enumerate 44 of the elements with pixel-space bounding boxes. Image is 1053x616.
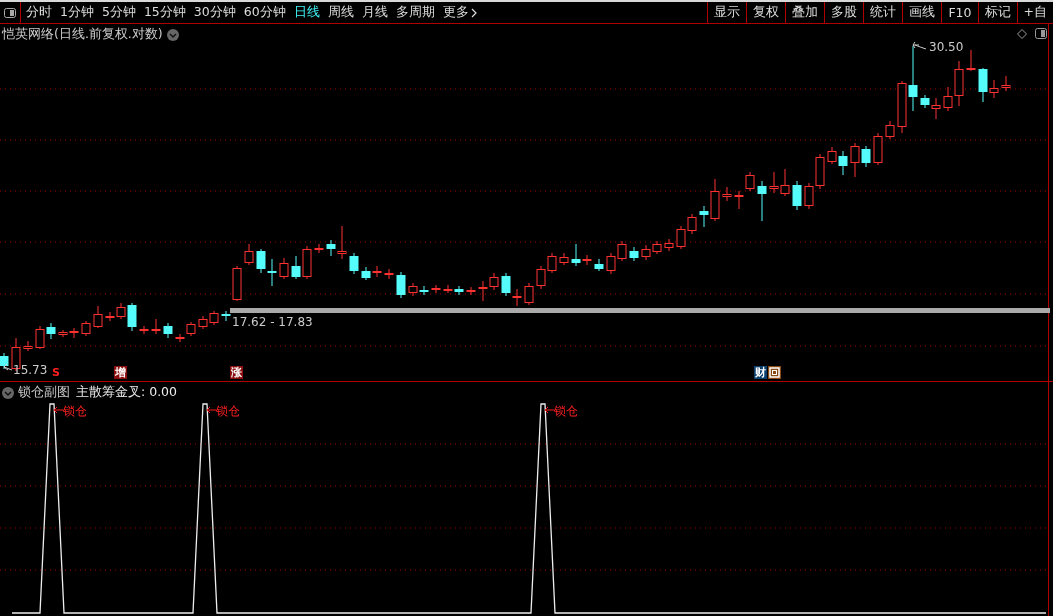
period-tab[interactable]: 5分钟 bbox=[101, 4, 136, 21]
square-icon[interactable] bbox=[768, 366, 781, 379]
signal-label: 锁仓 bbox=[63, 403, 87, 420]
panel-toggle-icon[interactable] bbox=[1035, 28, 1047, 39]
high-price-label: 30.50 bbox=[929, 40, 964, 54]
period-tab[interactable]: 月线 bbox=[361, 4, 388, 21]
toolbar-button[interactable]: +自 bbox=[1016, 2, 1053, 23]
leader-line bbox=[206, 406, 217, 414]
event-marker[interactable]: 财 bbox=[754, 366, 767, 379]
event-marker[interactable]: 增 bbox=[114, 366, 127, 379]
toolbar-button[interactable]: 复权 bbox=[746, 2, 786, 23]
indicator-value: 主散筹金叉: 0.00 bbox=[76, 384, 178, 401]
toolbar-button[interactable]: 多股 bbox=[824, 2, 864, 23]
leader-line bbox=[53, 406, 64, 414]
event-marker[interactable]: S bbox=[51, 366, 61, 379]
indicator-title: 锁仓副图 bbox=[18, 384, 70, 401]
price-range-label: 17.62 - 17.83 bbox=[232, 315, 313, 329]
signal-label: 锁仓 bbox=[216, 403, 240, 420]
signal-label: 锁仓 bbox=[554, 403, 578, 420]
period-tab[interactable]: 日线 bbox=[293, 4, 320, 21]
leader-line bbox=[544, 406, 555, 414]
low-price-label: 15.73 bbox=[13, 363, 48, 377]
toolbar-button[interactable]: 标记 bbox=[977, 2, 1017, 23]
period-tab[interactable]: 周线 bbox=[327, 4, 354, 21]
toolbar-button[interactable]: 显示 bbox=[707, 2, 747, 23]
dropdown-icon[interactable] bbox=[2, 386, 14, 399]
period-tab[interactable]: 1分钟 bbox=[60, 4, 94, 21]
period-tab[interactable]: 60分钟 bbox=[243, 4, 286, 21]
panel-toggle-icon[interactable] bbox=[4, 7, 16, 18]
dropdown-icon[interactable] bbox=[166, 28, 179, 41]
chevron-right-icon bbox=[470, 7, 477, 18]
period-tab[interactable]: 多周期 bbox=[395, 4, 435, 21]
leader-line bbox=[912, 41, 927, 50]
event-marker[interactable]: 涨 bbox=[230, 366, 243, 379]
period-tab[interactable]: 更多 bbox=[442, 4, 477, 21]
period-tab[interactable]: 分时 bbox=[26, 4, 52, 21]
period-tab[interactable]: 15分钟 bbox=[143, 4, 186, 21]
toolbar-button[interactable]: 统计 bbox=[863, 2, 903, 23]
period-tab[interactable]: 30分钟 bbox=[193, 4, 236, 21]
toolbar-button[interactable]: 叠加 bbox=[785, 2, 825, 23]
leader-line bbox=[3, 363, 13, 371]
stock-title: 恺英网络(日线.前复权.对数) bbox=[2, 26, 163, 43]
toolbar-button[interactable]: 画线 bbox=[902, 2, 942, 23]
toolbar-button[interactable]: F10 bbox=[941, 2, 978, 23]
